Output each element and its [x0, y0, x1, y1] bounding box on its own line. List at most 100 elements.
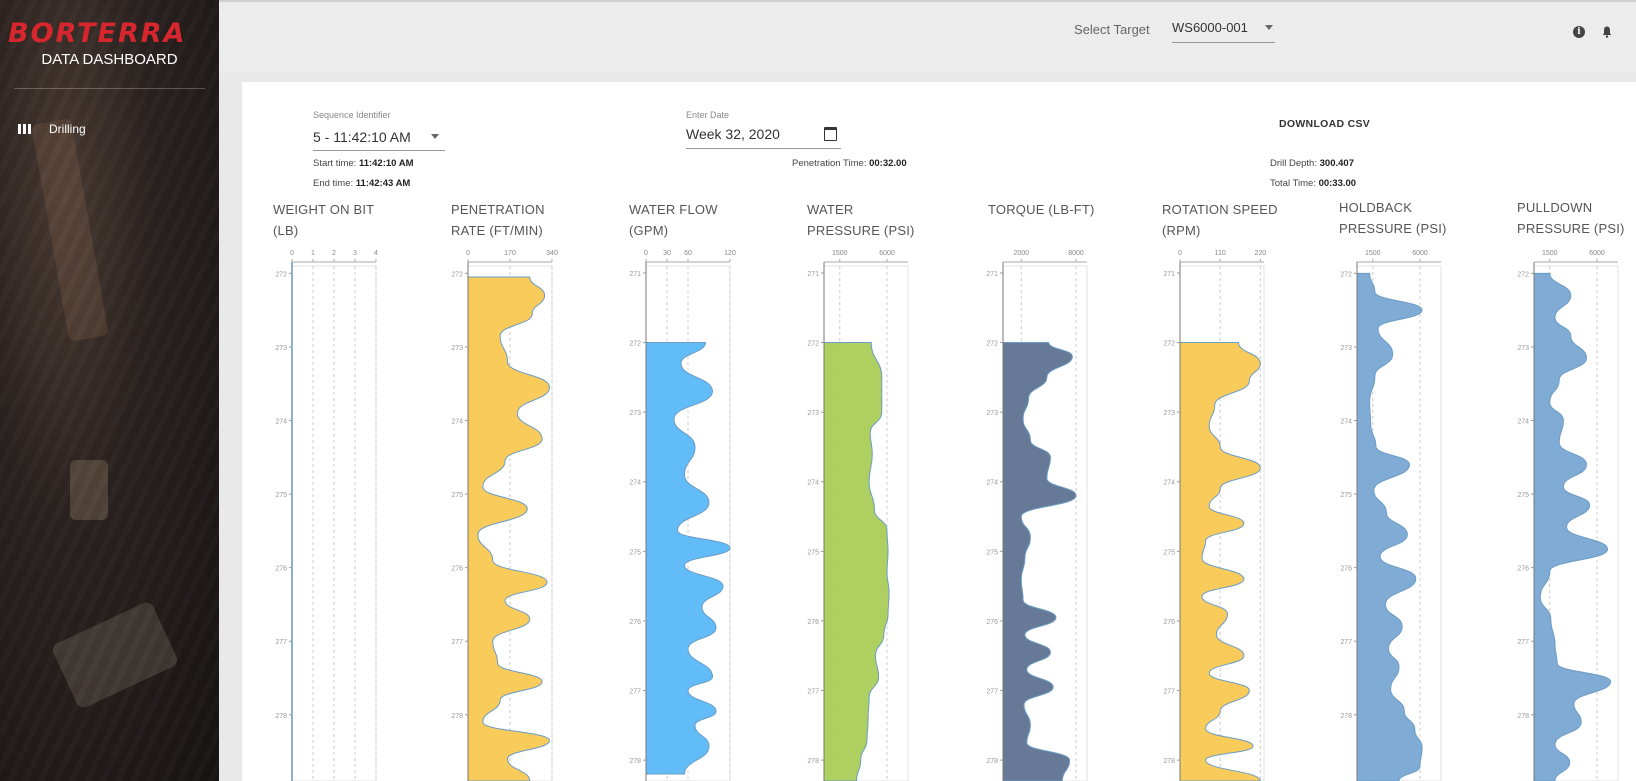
x-tick-label: 0 [466, 250, 470, 257]
y-tick-label: 271 [629, 271, 641, 278]
y-tick-label: 274 [986, 480, 998, 487]
penetration-time: Penetration Time: 00:32.00 [792, 158, 907, 169]
y-tick-label: 278 [1340, 713, 1352, 720]
sidebar-divider [14, 88, 205, 89]
y-tick-label: 276 [275, 566, 287, 573]
x-tick-label: 110 [1215, 250, 1226, 257]
x-tick-label: 6000 [1412, 250, 1428, 257]
x-tick-label: 170 [504, 250, 516, 257]
y-tick-label: 278 [986, 758, 998, 765]
y-tick-label: 273 [1340, 345, 1352, 352]
y-tick-label: 272 [807, 341, 819, 348]
y-tick-label: 277 [275, 639, 287, 646]
download-csv-button[interactable]: DOWNLOAD CSV [1279, 118, 1370, 130]
y-tick-label: 271 [986, 271, 998, 278]
sequence-label: Sequence Identifier [313, 110, 391, 120]
chart-pulldown-pressure: 1500 6000 272 273 274 275 276 277 278 [1517, 250, 1619, 781]
y-tick-label: 272 [1163, 341, 1175, 348]
top-bar [219, 0, 1636, 72]
x-tick-label: 6000 [879, 250, 895, 257]
series-area [1356, 272, 1423, 781]
x-tick-label: 30 [663, 250, 671, 257]
y-tick-label: 274 [629, 480, 641, 487]
x-tick-label: 0 [1178, 250, 1182, 257]
x-tick-label: 1500 [1365, 250, 1381, 257]
y-tick-label: 275 [1340, 492, 1352, 499]
series-area [823, 342, 890, 781]
x-tick-label: 60 [684, 250, 692, 257]
y-tick-label: 278 [1163, 758, 1175, 765]
y-tick-label: 274 [1340, 419, 1352, 426]
x-tick-label: 120 [724, 250, 736, 257]
y-tick-label: 278 [629, 758, 641, 765]
y-tick-label: 277 [629, 689, 641, 696]
columns-icon [18, 124, 31, 134]
x-tick-label: 3 [353, 250, 357, 257]
select-target-label: Select Target [1074, 22, 1150, 37]
bell-icon[interactable] [1602, 26, 1612, 38]
col-title-weight-on-bit: WEIGHT ON BIT (LB) [273, 202, 375, 238]
y-tick-label: 274 [451, 419, 463, 426]
start-time: Start time: 11:42:10 AM [313, 158, 414, 169]
y-tick-label: 272 [1517, 271, 1529, 278]
date-input-value[interactable]: Week 32, 2020 [686, 126, 780, 142]
sequence-select-value[interactable]: 5 - 11:42:10 AM [313, 129, 411, 145]
date-input-underline [686, 148, 841, 149]
y-tick-label: 278 [1517, 713, 1529, 720]
brand-logo: BORTERRA [8, 18, 187, 49]
x-tick-label: 1500 [1542, 250, 1558, 257]
sequence-select-underline [313, 150, 445, 151]
x-tick-label: 0 [290, 250, 294, 257]
y-tick-label: 272 [275, 271, 287, 278]
series-area [1533, 272, 1612, 781]
target-select[interactable]: WS6000-001 [1172, 20, 1275, 43]
y-tick-label: 276 [807, 619, 819, 626]
col-title-holdback-pressure: HOLDBACK PRESSURE (PSI) [1339, 200, 1447, 236]
target-select-value: WS6000-001 [1172, 20, 1248, 35]
plot-frame [291, 265, 377, 781]
series-area [467, 276, 551, 781]
y-tick-label: 277 [1340, 639, 1352, 646]
y-tick-label: 275 [629, 549, 641, 556]
x-tick-label: 1 [311, 250, 315, 257]
x-tick-label: 340 [546, 250, 558, 257]
background-photo-texture [70, 460, 108, 520]
x-tick-label: 8000 [1068, 250, 1084, 257]
chart-holdback-pressure: 1500 6000 272 273 274 275 276 277 278 [1340, 250, 1442, 781]
y-tick-label: 277 [451, 639, 463, 646]
sidebar-item-drilling[interactable]: Drilling [18, 122, 86, 136]
date-label: Enter Date [686, 110, 730, 120]
x-tick-label: 4 [374, 250, 378, 257]
col-title-water-flow: WATER FLOW (GPM) [629, 202, 718, 238]
y-tick-label: 276 [1163, 619, 1175, 626]
y-tick-label: 277 [1163, 689, 1175, 696]
y-tick-label: 278 [807, 758, 819, 765]
y-tick-label: 273 [1163, 410, 1175, 417]
col-title-penetration-rate: PENETRATION RATE (FT/MIN) [451, 202, 545, 238]
col-title-pulldown-pressure: PULLDOWN PRESSURE (PSI) [1517, 200, 1625, 236]
chart-water-pressure: 1500 6000 271 272 273 274 275 276 277 278 [807, 250, 909, 781]
y-tick-label: 271 [1163, 271, 1175, 278]
y-tick-label: 275 [1163, 549, 1175, 556]
chart-penetration-rate: 0 170 340 272 273 274 275 276 277 278 [451, 250, 558, 781]
sequence-dropdown-arrow-icon[interactable] [431, 134, 439, 139]
dashboard-title: DATA DASHBOARD [41, 51, 178, 68]
y-tick-label: 278 [451, 713, 463, 720]
y-tick-label: 276 [451, 566, 463, 573]
x-tick-label: 6000 [1589, 250, 1605, 257]
y-tick-label: 272 [451, 271, 463, 278]
calendar-icon[interactable] [824, 127, 837, 141]
y-tick-label: 275 [986, 549, 998, 556]
series-area [645, 342, 731, 775]
y-tick-label: 273 [451, 345, 463, 352]
info-icon[interactable]: i [1573, 26, 1585, 38]
y-tick-label: 276 [1517, 566, 1529, 573]
y-tick-label: 277 [1517, 639, 1529, 646]
y-tick-label: 274 [275, 419, 287, 426]
y-tick-label: 273 [629, 410, 641, 417]
chart-weight-on-bit: 0 1 2 3 4 272 273 274 275 276 277 278 [275, 250, 378, 781]
x-tick-label: 0 [644, 250, 648, 257]
y-tick-label: 272 [986, 341, 998, 348]
y-tick-label: 277 [986, 689, 998, 696]
dropdown-arrow-icon [1265, 25, 1273, 30]
